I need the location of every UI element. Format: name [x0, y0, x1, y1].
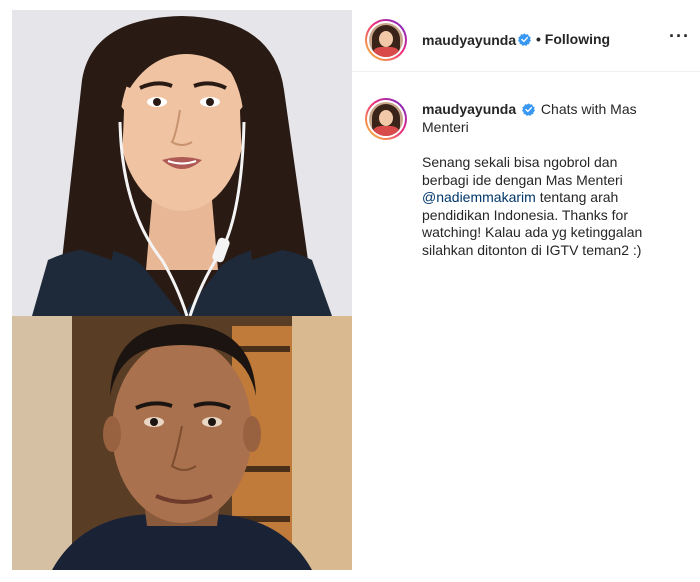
- caption-header: maudyayunda Chats with Mas Menteri: [422, 100, 647, 136]
- header-username[interactable]: maudyayunda: [422, 32, 516, 48]
- post-media[interactable]: [12, 10, 352, 570]
- post-caption: maudyayunda Chats with Mas Menteri Senan…: [422, 100, 647, 259]
- caption-avatar[interactable]: [365, 98, 407, 140]
- more-options-icon[interactable]: ···: [669, 27, 689, 46]
- verified-badge-icon: [522, 103, 536, 116]
- avatar[interactable]: [365, 19, 407, 61]
- caption-username[interactable]: maudyayunda: [422, 101, 516, 117]
- mention-link[interactable]: @nadiemmakarim: [422, 189, 536, 205]
- profile-photo: [369, 102, 403, 136]
- woman-speaker-image: [12, 10, 352, 316]
- verified-badge-icon: [518, 33, 531, 46]
- video-frame-bottom: [12, 316, 352, 570]
- post-header: maudyayunda • Following ···: [352, 10, 700, 72]
- caption-text: Senang sekali bisa ngobrol dan berbagi i…: [422, 154, 623, 188]
- following-button[interactable]: • Following: [536, 31, 610, 47]
- video-frame-top: [12, 10, 352, 316]
- caption-body: Senang sekali bisa ngobrol dan berbagi i…: [422, 154, 647, 259]
- man-speaker-image: [12, 316, 352, 570]
- profile-photo: [369, 23, 403, 57]
